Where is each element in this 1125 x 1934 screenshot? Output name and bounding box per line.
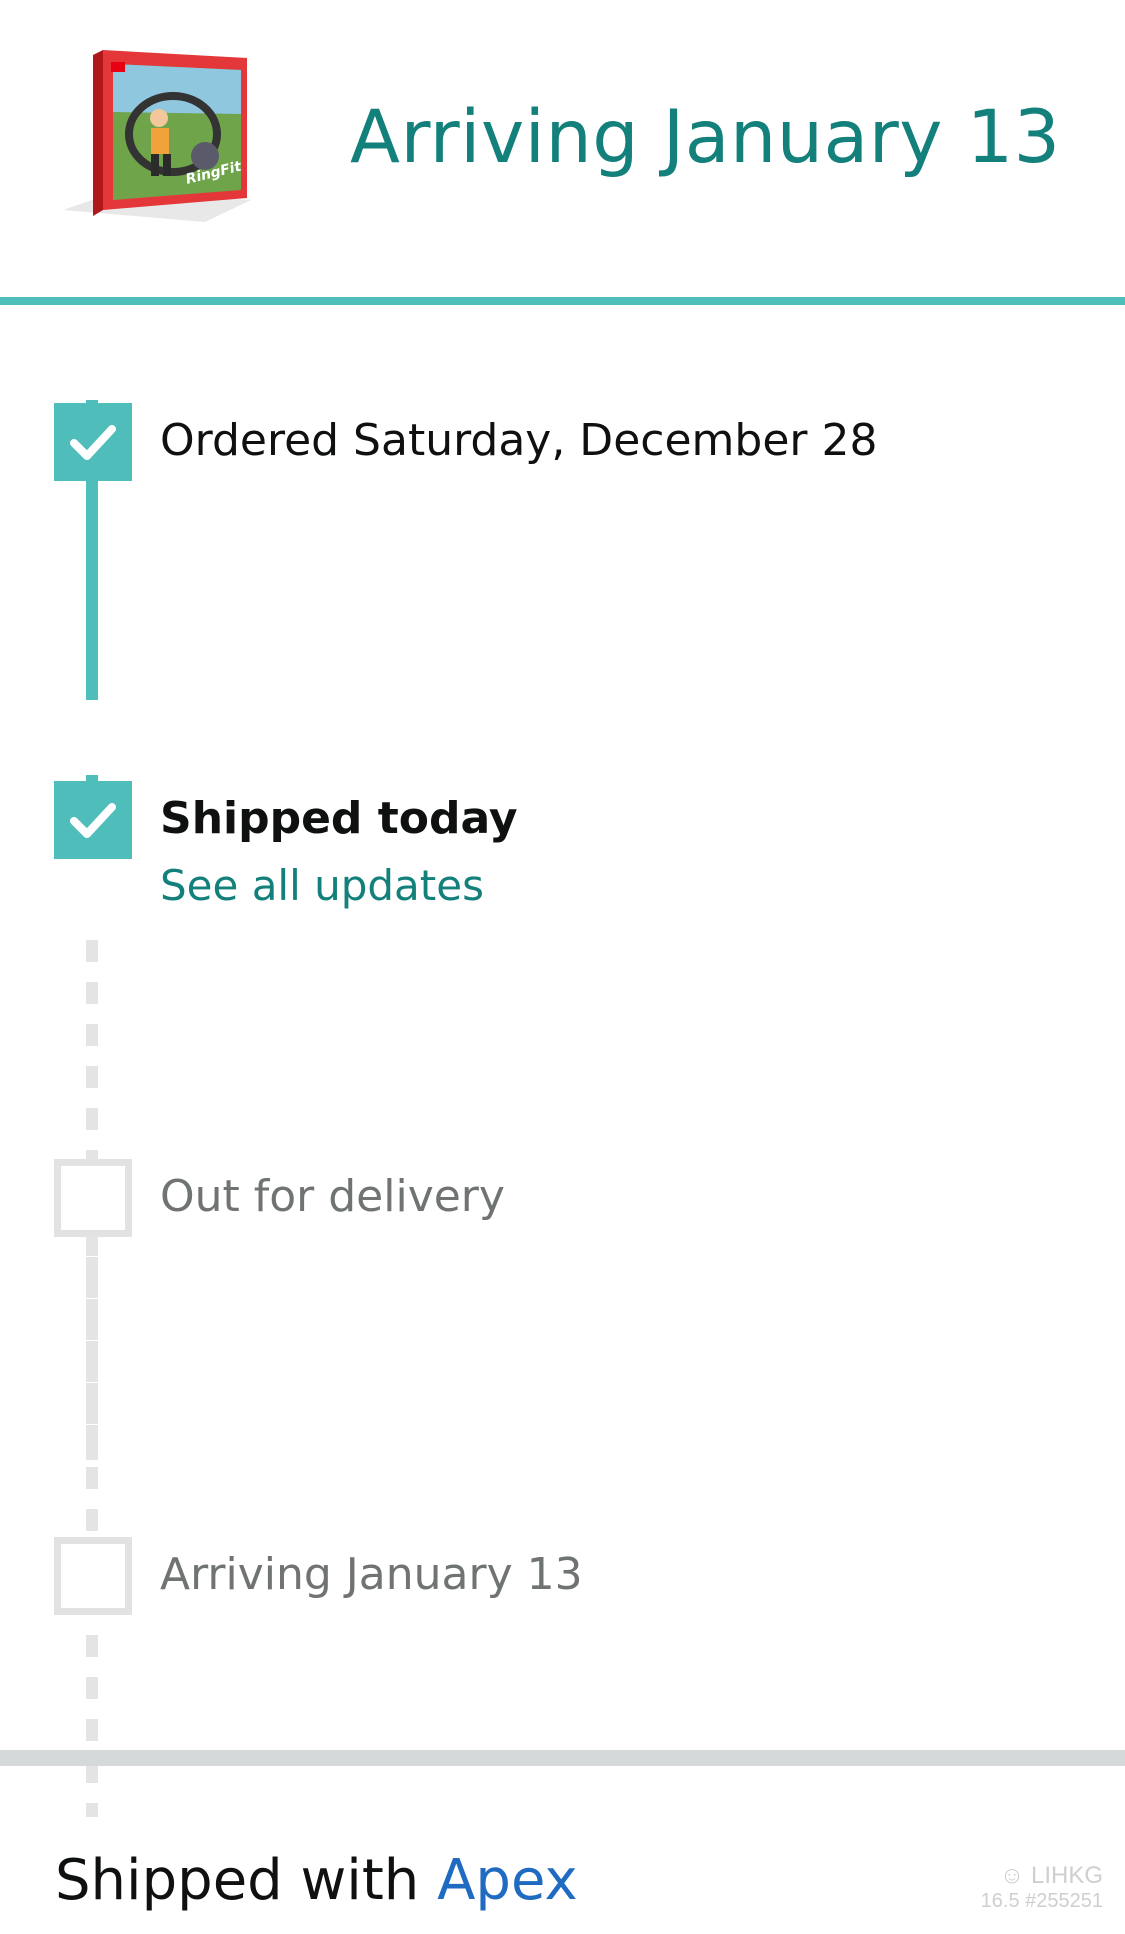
shipped-with-prefix: Shipped with bbox=[55, 1848, 420, 1913]
step-shipped-checkbox bbox=[54, 781, 132, 859]
step-out-for-delivery-checkbox bbox=[54, 1159, 132, 1237]
product-image[interactable]: RingFit bbox=[55, 50, 255, 225]
watermark-id: 16.5 #255251 bbox=[980, 1889, 1103, 1912]
see-all-updates-link[interactable]: See all updates bbox=[160, 861, 484, 910]
section-divider bbox=[0, 1750, 1125, 1766]
check-icon bbox=[70, 803, 116, 838]
step-ordered-checkbox bbox=[54, 403, 132, 481]
watermark-brand-text: LIHKG bbox=[1030, 1862, 1103, 1889]
step-arriving-label: Arriving January 13 bbox=[160, 1549, 583, 1600]
step-ordered-label: Ordered Saturday, December 28 bbox=[160, 415, 878, 466]
watermark: ☺ LIHKG 16.5 #255251 bbox=[981, 1862, 1103, 1913]
carrier-link[interactable]: Apex bbox=[437, 1848, 577, 1913]
step-shipped-label: Shipped today bbox=[160, 793, 518, 844]
tracking-timeline: Ordered Saturday, December 28 Shipped to… bbox=[0, 305, 1125, 1817]
shipped-with-text: Shipped with Apex bbox=[55, 1848, 578, 1913]
check-icon bbox=[70, 425, 116, 460]
watermark-brand: ☺ LIHKG bbox=[981, 1862, 1103, 1890]
step-out-for-delivery-label: Out for delivery bbox=[160, 1171, 505, 1222]
order-header: RingFit Arriving January 13 bbox=[0, 0, 1125, 297]
arrival-title: Arriving January 13 bbox=[350, 95, 1061, 180]
smiley-icon: ☺ bbox=[999, 1862, 1025, 1889]
header-divider bbox=[0, 297, 1125, 305]
step-arriving-checkbox bbox=[54, 1537, 132, 1615]
